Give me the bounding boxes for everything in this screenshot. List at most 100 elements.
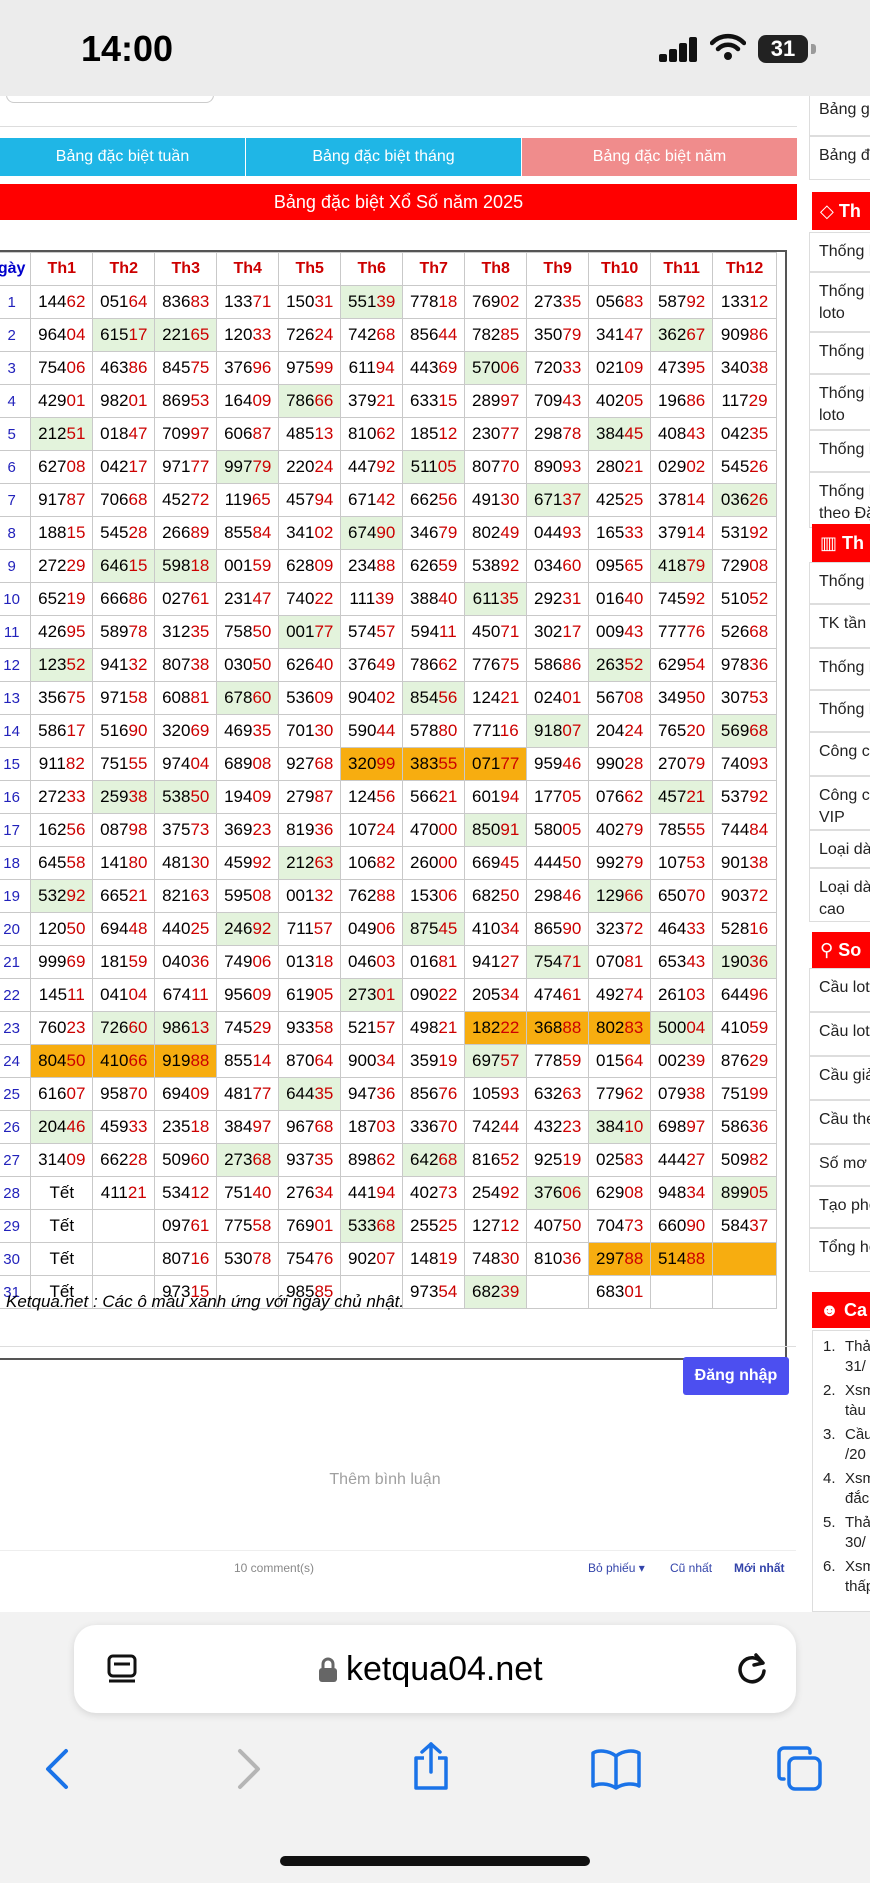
sidebar-item[interactable]: Thống k theo Đặ <box>809 472 870 528</box>
tab-yearly[interactable]: Bảng đặc biệt năm <box>522 138 797 176</box>
result-cell: 78555 <box>650 813 714 847</box>
result-cell: 12033 <box>216 318 280 352</box>
sidebar-item[interactable]: TK tần s <box>809 604 870 648</box>
sidebar-item[interactable]: Thống k <box>809 690 870 732</box>
result-cell: 90207 <box>340 1242 404 1276</box>
result-cell: 25525 <box>402 1209 466 1243</box>
result-cell: 61905 <box>278 978 342 1012</box>
sidebar-item[interactable]: Cầu loto <box>809 968 870 1012</box>
sidebar-item[interactable]: Loại dà cao <box>809 868 870 922</box>
result-cell: 87629 <box>712 1044 777 1078</box>
result-cell: 59411 <box>402 615 466 649</box>
result-cell: 15031 <box>278 285 342 319</box>
result-cell: 31409 <box>30 1143 94 1177</box>
result-cell: 78285 <box>464 318 528 352</box>
result-cell: 70473 <box>588 1209 652 1243</box>
month-header: Th2 <box>92 252 156 286</box>
table-row: 11 42695 58978 31235 75850 00177 57457 59411 450… <box>0 615 777 649</box>
sort-oldest-button[interactable]: Cũ nhất <box>670 1561 712 1575</box>
month-header: Th11 <box>650 252 714 286</box>
sidebar-item[interactable]: Thống k loto <box>809 374 870 430</box>
community-link[interactable]: Xsm đắc <box>845 1469 870 1509</box>
result-cell: 77859 <box>526 1044 590 1078</box>
tab-monthly[interactable]: Bảng đặc biệt tháng <box>246 138 521 176</box>
result-cell: 52668 <box>712 615 777 649</box>
sidebar-item[interactable]: Thống k <box>809 562 870 604</box>
sort-newest-button[interactable]: Mới nhất <box>734 1561 785 1575</box>
result-cell: 85676 <box>402 1077 466 1111</box>
sidebar-item[interactable]: Thống k <box>809 430 870 472</box>
result-cell: 49274 <box>588 978 652 1012</box>
result-cell: 05164 <box>92 285 156 319</box>
sidebar-item[interactable]: Cầu giả <box>809 1056 870 1100</box>
result-cell: 64435 <box>278 1077 342 1111</box>
result-cell: Tết <box>30 1176 94 1210</box>
sidebar-item[interactable]: Tổng họ <box>809 1228 870 1272</box>
sidebar-item[interactable]: Cầu loto <box>809 1012 870 1056</box>
result-cell: 40279 <box>588 813 652 847</box>
sidebar-item[interactable]: Loại dà <box>809 830 870 868</box>
result-cell: 69409 <box>154 1077 218 1111</box>
sidebar-item[interactable]: Bảng đ <box>809 136 870 180</box>
reader-mode-icon[interactable] <box>106 1653 138 1685</box>
result-cell: 75476 <box>278 1242 342 1276</box>
forward-icon[interactable] <box>234 1747 264 1791</box>
sidebar-item[interactable]: Công c <box>809 732 870 776</box>
result-cell: 02109 <box>588 351 652 385</box>
tabs-icon[interactable] <box>776 1745 824 1793</box>
sidebar-item[interactable]: Bảng gi <box>809 96 870 136</box>
result-cell: 07662 <box>588 780 652 814</box>
result-cell: 12050 <box>30 912 94 946</box>
community-link[interactable]: Cầu /20 <box>845 1425 870 1465</box>
sidebar-item[interactable]: Số mơ <box>809 1144 870 1186</box>
result-cell: 34147 <box>588 318 652 352</box>
result-cell: 66521 <box>92 879 156 913</box>
result-cell: 18159 <box>92 945 156 979</box>
sidebar-item[interactable]: Cầu the <box>809 1100 870 1144</box>
tab-weekly[interactable]: Bảng đặc biệt tuần <box>0 138 245 176</box>
login-button[interactable]: Đăng nhập <box>683 1357 789 1395</box>
result-cell: 10593 <box>464 1077 528 1111</box>
result-cell: 02761 <box>154 582 218 616</box>
result-cell: 84575 <box>154 351 218 385</box>
sidebar-item[interactable]: Thống k <box>809 232 870 272</box>
result-cell: 29231 <box>526 582 590 616</box>
day-column-header: gày <box>0 252 32 286</box>
day-cell: 11 <box>0 615 32 649</box>
community-link[interactable]: Thả 31/ <box>845 1337 870 1377</box>
month-header: Th3 <box>154 252 218 286</box>
add-comment-input[interactable]: Thêm bình luận <box>0 1471 770 1489</box>
sidebar-item[interactable]: Thống k <box>809 648 870 690</box>
results-table: gày Th1 Th2 Th3 Th4 Th5 Th6 Th7 Th8 Th9 … <box>0 250 787 1360</box>
sort-votes-button[interactable]: Bỏ phiếu ▾ <box>588 1561 645 1575</box>
result-cell: 03626 <box>712 483 777 517</box>
address-bar[interactable]: ketqua04.net <box>74 1625 796 1713</box>
result-cell <box>92 1209 156 1243</box>
result-cell: 74093 <box>712 747 777 781</box>
day-cell: 8 <box>0 516 32 550</box>
share-icon[interactable] <box>410 1740 452 1792</box>
result-cell: 38840 <box>402 582 466 616</box>
community-link[interactable]: Xsm tàu <box>845 1381 870 1421</box>
community-link[interactable]: Thả 30/ <box>845 1513 870 1553</box>
sidebar-item[interactable]: Thống k loto <box>809 272 870 332</box>
result-cell: 45992 <box>216 846 280 880</box>
result-cell: 22165 <box>154 318 218 352</box>
result-cell: 04493 <box>526 516 590 550</box>
table-row: 10 65219 66686 02761 23147 74022 11139 38840 611… <box>0 582 777 616</box>
bookmarks-icon[interactable] <box>590 1748 642 1790</box>
back-icon[interactable] <box>42 1747 72 1791</box>
sidebar-item[interactable]: Tạo phò <box>809 1186 870 1228</box>
community-link[interactable]: Xsm thấp <box>845 1557 870 1597</box>
result-cell: 70668 <box>92 483 156 517</box>
result-cell: 67137 <box>526 483 590 517</box>
top-select-field[interactable] <box>6 96 214 103</box>
sidebar-item[interactable]: Công c VIP <box>809 776 870 830</box>
result-cell: 07177 <box>464 747 528 781</box>
sidebar-item[interactable]: Thống k <box>809 332 870 374</box>
result-cell: 34102 <box>278 516 342 550</box>
table-row: 28 Tết 41121 53412 75140 27634 44194 40273 25492… <box>0 1176 777 1210</box>
reload-icon[interactable] <box>734 1651 770 1687</box>
result-cell: 69757 <box>464 1044 528 1078</box>
result-cell: 37573 <box>154 813 218 847</box>
